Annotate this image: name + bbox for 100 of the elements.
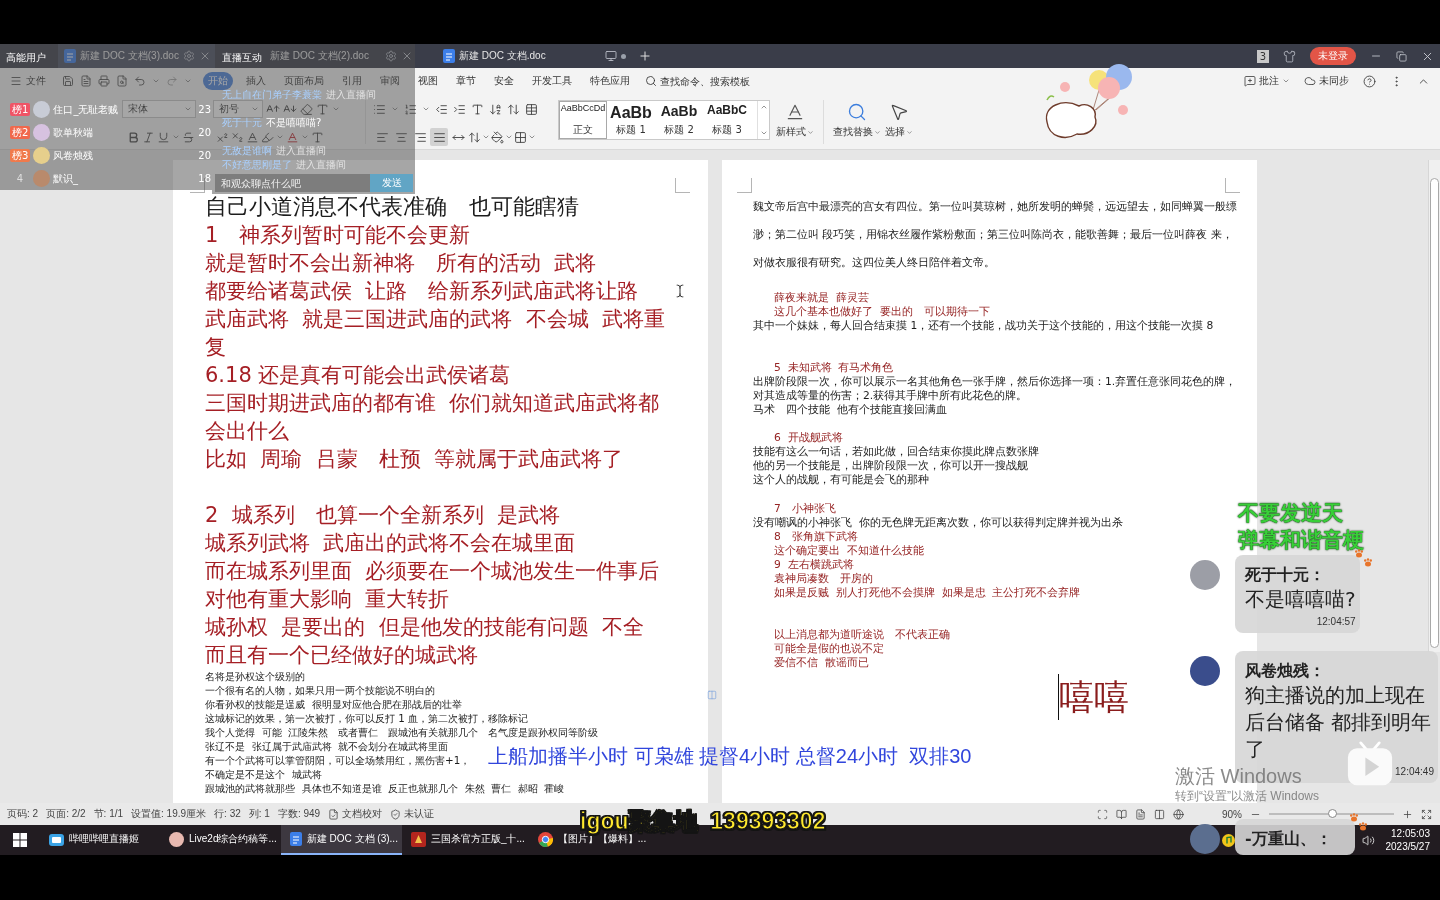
caret-icon[interactable] bbox=[528, 133, 536, 141]
search-field[interactable]: 查找命令、搜索模板 bbox=[660, 75, 760, 87]
select-button[interactable]: 选择 bbox=[883, 100, 915, 139]
ribbon-tab[interactable]: 特色应用 bbox=[585, 72, 635, 90]
find-replace-button[interactable]: 查找替换 bbox=[831, 100, 883, 139]
monitor-icon[interactable] bbox=[605, 50, 617, 62]
fullscreen-icon[interactable] bbox=[1421, 808, 1432, 820]
help-icon[interactable] bbox=[1363, 74, 1376, 88]
shirt-icon[interactable] bbox=[1283, 49, 1296, 63]
comment-icon[interactable] bbox=[1244, 75, 1256, 87]
columns-icon[interactable] bbox=[1154, 808, 1165, 820]
windows-logo-icon[interactable] bbox=[13, 833, 27, 847]
scroll-down-icon[interactable] bbox=[759, 129, 768, 137]
menu-icon[interactable] bbox=[10, 75, 22, 87]
settings-icon[interactable] bbox=[385, 50, 397, 62]
file-menu[interactable]: 文件 bbox=[10, 74, 46, 88]
scrollbar[interactable] bbox=[1428, 160, 1440, 652]
certification-button[interactable]: 未认证 bbox=[390, 807, 435, 821]
caret-icon[interactable] bbox=[505, 133, 513, 141]
close-icon[interactable] bbox=[401, 50, 413, 62]
grid-icon[interactable] bbox=[514, 130, 527, 144]
paint-bucket-icon[interactable] bbox=[491, 130, 504, 144]
table-icon[interactable] bbox=[525, 102, 538, 116]
caret-icon[interactable] bbox=[301, 133, 309, 141]
caret-icon[interactable] bbox=[276, 133, 284, 141]
book-icon[interactable] bbox=[1116, 808, 1127, 820]
style-option[interactable]: AaBbCcDd 正文 bbox=[559, 101, 607, 139]
shield-icon[interactable] bbox=[390, 808, 402, 820]
redo-icon[interactable] bbox=[166, 75, 178, 87]
increase-indent-icon[interactable] bbox=[453, 102, 466, 116]
sync-button[interactable]: 未同步 bbox=[1304, 74, 1349, 88]
frame-corners-icon[interactable] bbox=[1097, 808, 1108, 820]
letter-a-icon[interactable] bbox=[246, 130, 259, 144]
print-icon[interactable] bbox=[98, 75, 110, 87]
restore-icon[interactable] bbox=[1396, 50, 1407, 62]
caret-icon[interactable] bbox=[251, 105, 259, 113]
caret-icon[interactable] bbox=[482, 133, 490, 141]
scroll-up-icon[interactable] bbox=[759, 103, 768, 111]
subscript-icon[interactable] bbox=[231, 130, 244, 144]
slider-thumb[interactable] bbox=[1327, 809, 1337, 818]
up-down-arrows-icon[interactable] bbox=[507, 102, 520, 116]
bullet-list-icon[interactable] bbox=[373, 102, 386, 116]
caret-icon[interactable] bbox=[184, 77, 192, 85]
underline-icon[interactable] bbox=[157, 130, 170, 144]
new-tab-icon[interactable] bbox=[638, 49, 652, 63]
font-size-field[interactable]: 初号 bbox=[213, 100, 263, 118]
ribbon-tab[interactable]: 审阅 bbox=[375, 72, 405, 90]
numbered-list-icon[interactable] bbox=[404, 102, 417, 116]
ribbon-tab[interactable]: 章节 bbox=[451, 72, 481, 90]
caret-icon[interactable] bbox=[807, 128, 814, 136]
text-icon[interactable] bbox=[471, 102, 484, 116]
font-color-icon[interactable] bbox=[286, 130, 299, 144]
letter-a-icon[interactable] bbox=[785, 102, 805, 122]
comment-button[interactable]: 批注 bbox=[1244, 74, 1290, 88]
caret-icon[interactable] bbox=[332, 105, 340, 113]
bold-icon[interactable] bbox=[127, 130, 140, 144]
caret-icon[interactable] bbox=[184, 105, 192, 113]
taskbar-app[interactable]: 哔哩哔哩直播姬 bbox=[40, 825, 160, 855]
sort-icon[interactable] bbox=[489, 102, 502, 116]
volume-icon[interactable] bbox=[1361, 833, 1375, 847]
settings-icon[interactable] bbox=[183, 50, 195, 62]
save-icon[interactable] bbox=[62, 75, 74, 87]
up-down-arrows-icon[interactable] bbox=[468, 130, 481, 144]
caret-icon[interactable] bbox=[172, 133, 180, 141]
search-icon[interactable] bbox=[645, 75, 657, 87]
taskbar-app[interactable]: 三国杀官方正版_十... bbox=[401, 825, 529, 855]
caret-icon[interactable] bbox=[1282, 77, 1290, 85]
ribbon-tab[interactable]: 开发工具 bbox=[527, 72, 577, 90]
login-button[interactable]: 未登录 bbox=[1310, 47, 1356, 65]
file-check-icon[interactable] bbox=[328, 808, 340, 820]
music-icon[interactable] bbox=[1222, 833, 1235, 847]
caret-icon[interactable] bbox=[152, 77, 160, 85]
new-style-button[interactable]: 新样式 bbox=[774, 100, 816, 139]
ribbon-tab[interactable]: 引用 bbox=[337, 72, 367, 90]
caret-icon[interactable] bbox=[906, 128, 913, 136]
cursor-icon[interactable] bbox=[889, 102, 909, 122]
font-name-field[interactable]: 宋体 bbox=[122, 100, 196, 118]
globe-icon[interactable] bbox=[1173, 808, 1184, 820]
italic-icon[interactable] bbox=[142, 130, 155, 144]
undo-icon[interactable] bbox=[134, 75, 146, 87]
superscript-icon[interactable] bbox=[216, 130, 229, 144]
eraser-icon[interactable] bbox=[300, 102, 313, 116]
caret-icon[interactable] bbox=[874, 128, 881, 136]
ribbon-tab[interactable]: 视图 bbox=[413, 72, 443, 90]
highlighter-icon[interactable] bbox=[261, 130, 274, 144]
taskbar-app[interactable]: 新建 DOC 文档 (3)... bbox=[280, 825, 402, 855]
document-icon[interactable] bbox=[1135, 808, 1146, 820]
taskbar-app[interactable]: Live2d综合约稿等... bbox=[160, 825, 281, 855]
document-icon[interactable] bbox=[80, 75, 92, 87]
ribbon-tab[interactable]: 页面布局 bbox=[279, 72, 329, 90]
text-icon[interactable] bbox=[316, 102, 329, 116]
caret-icon[interactable] bbox=[391, 105, 399, 113]
proofread-button[interactable]: 文档校对 bbox=[328, 807, 383, 821]
file-search-icon[interactable] bbox=[116, 75, 128, 87]
text-icon[interactable] bbox=[311, 130, 324, 144]
search-icon[interactable] bbox=[847, 102, 867, 122]
decrease-indent-icon[interactable] bbox=[435, 102, 448, 116]
ribbon-tab[interactable]: 安全 bbox=[489, 72, 519, 90]
strikethrough-icon[interactable] bbox=[182, 130, 195, 144]
zoom-in-icon[interactable] bbox=[1402, 808, 1413, 820]
